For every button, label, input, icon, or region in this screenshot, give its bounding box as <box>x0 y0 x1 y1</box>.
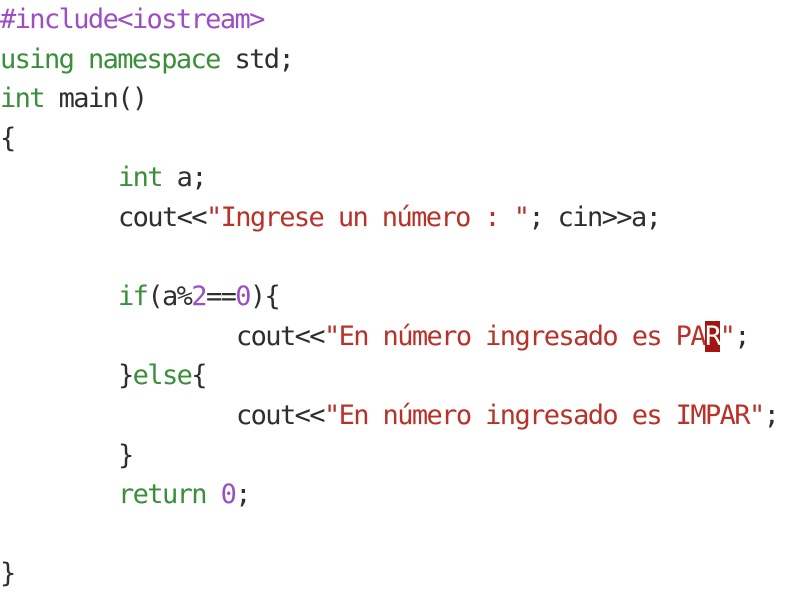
code-line-4[interactable]: { <box>0 122 800 162</box>
code-line-15[interactable]: } <box>0 557 800 597</box>
open-brace: { <box>0 122 16 154</box>
code-token: cout<< <box>236 320 326 352</box>
code-token: main() <box>43 83 149 115</box>
code-token: ; cin>>a; <box>528 201 662 233</box>
code-token: ; <box>235 479 251 511</box>
type-token: int <box>0 83 46 115</box>
string-literal: "En número ingresado es IMPAR" <box>323 399 765 431</box>
code-token: ; <box>763 399 780 431</box>
code-line-6[interactable]: cout<<"Ingrese un número : "; cin>>a; <box>0 201 800 241</box>
keyword-token: else <box>132 360 193 392</box>
code-token: ){ <box>249 281 281 313</box>
number-literal: 0 <box>235 281 251 313</box>
number-literal: 2 <box>191 281 207 313</box>
code-line-2[interactable]: using namespace std; <box>0 43 800 83</box>
code-token: std; <box>219 43 294 75</box>
code-line-3[interactable]: int main() <box>0 82 800 122</box>
type-token: int <box>118 162 164 194</box>
code-line-9[interactable]: cout<<"En número ingresado es PAR"; <box>0 320 800 360</box>
code-token: { <box>191 360 207 392</box>
code-token: (a% <box>147 281 193 313</box>
code-token: == <box>205 281 237 313</box>
close-brace: } <box>0 558 16 590</box>
close-brace: } <box>118 439 134 471</box>
code-token: } <box>118 360 134 392</box>
code-line-7[interactable] <box>0 241 800 281</box>
code-line-13[interactable]: return 0; <box>0 478 800 518</box>
code-line-14[interactable] <box>0 518 800 558</box>
code-line-5[interactable]: int a; <box>0 161 800 201</box>
string-literal: "Ingrese un número : " <box>205 201 530 233</box>
code-line-12[interactable]: } <box>0 439 800 479</box>
code-line-11[interactable]: cout<<"En número ingresado es IMPAR"; <box>0 399 800 439</box>
preprocessor-directive: #include<iostream> <box>0 4 265 35</box>
keyword-token: return <box>118 479 208 511</box>
code-token: ; <box>734 320 750 352</box>
string-literal: "En número ingresado es PA <box>323 320 707 352</box>
keyword-token: namespace <box>87 43 222 75</box>
code-editor[interactable]: #include<iostream> using namespace std; … <box>0 0 800 600</box>
code-token: a; <box>161 162 208 194</box>
keyword-token: using <box>0 43 75 75</box>
code-line-8[interactable]: if(a%2==0){ <box>0 280 800 320</box>
keyword-token: if <box>118 281 149 313</box>
string-literal: " <box>719 320 736 352</box>
code-token: cout<< <box>236 399 326 431</box>
code-line-1[interactable]: #include<iostream> <box>0 3 800 43</box>
text-cursor: R <box>704 320 721 352</box>
number-literal: 0 <box>220 479 237 511</box>
code-token: cout<< <box>118 201 208 233</box>
code-line-10[interactable]: }else{ <box>0 359 800 399</box>
